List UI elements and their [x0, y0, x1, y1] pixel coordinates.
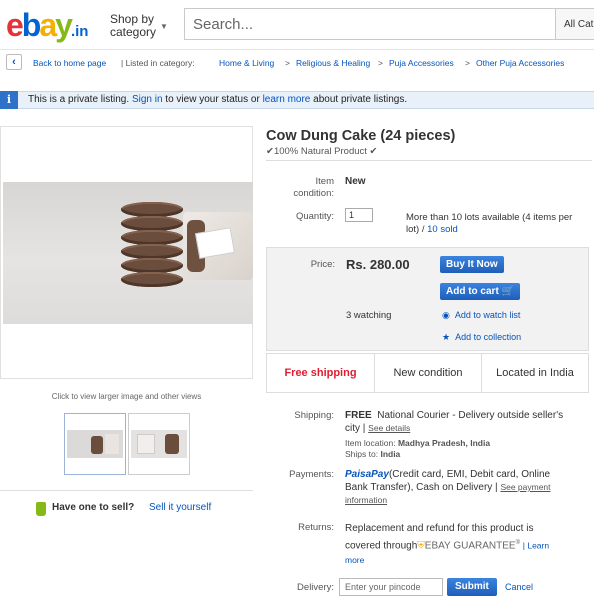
sold-link[interactable]: 10 sold	[427, 224, 458, 235]
delivery-label: Delivery:	[297, 582, 334, 593]
item-title: Cow Dung Cake (24 pieces)	[266, 128, 456, 144]
back-to-home-link[interactable]: Back to home page	[33, 58, 106, 68]
crumb-religious-healing[interactable]: Religious & Healing	[296, 58, 370, 68]
add-to-cart-button[interactable]: Add to cart 🛒	[440, 283, 521, 300]
price-label: Price:	[310, 259, 335, 270]
shipping-label: Shipping:	[294, 410, 334, 421]
info-bar: Free shipping New condition Located in I…	[266, 353, 589, 393]
quantity-label: Quantity:	[295, 211, 334, 222]
price-box: Price: Rs. 280.00 Buy It Now Add to cart…	[266, 247, 589, 351]
crumb-home-living[interactable]: Home & Living	[219, 58, 274, 68]
add-to-watch-list-link[interactable]: ◉ Add to watch list	[442, 310, 520, 321]
info-icon: i	[0, 91, 18, 109]
crumb-separator: >	[285, 58, 290, 68]
submit-button[interactable]: Submit	[447, 578, 497, 596]
item-subtitle: ✔100% Natural Product ✔	[266, 146, 378, 157]
paisapay-logo: PaisaPay	[345, 469, 389, 480]
product-photo	[3, 182, 253, 324]
crumb-other-puja-accessories[interactable]: Other Puja Accessories	[476, 58, 564, 68]
see-details-link[interactable]: See details	[368, 423, 410, 433]
cancel-link[interactable]: Cancel	[505, 582, 533, 592]
category-select[interactable]: All Cat	[556, 8, 594, 40]
quantity-input[interactable]: 1	[345, 208, 373, 222]
divider	[266, 160, 592, 161]
click-to-view-text: Click to view larger image and other vie…	[51, 392, 202, 401]
payments-info: PaisaPay(Credit card, EMI, Debit card, O…	[345, 469, 551, 505]
crumb-separator: >	[378, 58, 383, 68]
ships-to: Ships to: India	[345, 449, 401, 459]
sign-in-link[interactable]: Sign in	[132, 94, 163, 105]
payments-label: Payments:	[289, 469, 334, 480]
crumb-separator: >	[465, 58, 470, 68]
returns-info: Replacement and refund for this product …	[345, 523, 550, 566]
shop-by-category[interactable]: Shop by category ▼	[110, 13, 168, 39]
sell-section: Have one to sell? Sell it yourself	[0, 490, 253, 526]
buy-it-now-button[interactable]: Buy It Now	[440, 256, 504, 273]
search-box	[184, 8, 556, 40]
price-value: Rs. 280.00	[346, 257, 410, 272]
main-product-image[interactable]	[0, 126, 253, 379]
breadcrumb: ‹ Back to home page | Listed in category…	[0, 52, 594, 74]
star-icon: ★	[442, 332, 451, 342]
banner-text: to view your status or	[165, 94, 260, 105]
crumb-puja-accessories[interactable]: Puja Accessories	[389, 58, 454, 68]
learn-more-link[interactable]: learn more	[263, 94, 311, 105]
category-label: category	[110, 25, 157, 39]
banner-text: about private listings.	[313, 94, 408, 105]
guarantee-shield-icon: ⛨	[417, 540, 425, 552]
back-arrow-icon[interactable]: ‹	[6, 54, 22, 70]
condition-value: New	[345, 176, 366, 187]
condition-label: Item condition:	[293, 176, 334, 199]
payment-information-link[interactable]: information	[345, 495, 387, 505]
private-listing-banner: i This is a private listing. Sign in to …	[0, 91, 594, 109]
listed-in-label: | Listed in category:	[121, 58, 195, 68]
site-header: ebay.in Shop by category ▼ All Cat	[0, 0, 594, 50]
see-payment-link[interactable]: See payment	[500, 482, 550, 492]
watching-count: 3 watching	[346, 310, 392, 321]
shipping-info: FREE National Courier - Delivery outside…	[345, 410, 564, 434]
free-shipping-badge: Free shipping	[267, 354, 374, 392]
thumbnail-2[interactable]	[128, 413, 190, 475]
banner-text: This is a private listing.	[28, 94, 130, 105]
price-tag-icon	[36, 502, 46, 516]
ebay-logo[interactable]: ebay.in	[6, 7, 88, 50]
have-one-to-sell-text: Have one to sell?	[52, 502, 135, 513]
availability-text: More than 10 lots available (4 items per…	[406, 212, 573, 235]
sell-it-yourself-link[interactable]: Sell it yourself	[149, 502, 211, 513]
returns-label: Returns:	[298, 522, 334, 533]
eye-icon: ◉	[442, 310, 450, 320]
add-to-collection-link[interactable]: ★ Add to collection	[442, 332, 521, 343]
ebay-guarantee-label: EBAY GUARANTEE	[424, 540, 516, 552]
new-condition-badge: New condition	[393, 367, 463, 379]
location-badge: Located in India	[496, 367, 574, 379]
search-input[interactable]	[185, 9, 555, 39]
cart-icon: 🛒	[501, 286, 515, 297]
thumbnail-1[interactable]	[64, 413, 126, 475]
pincode-input[interactable]	[339, 578, 443, 596]
chevron-down-icon: ▼	[160, 22, 168, 31]
